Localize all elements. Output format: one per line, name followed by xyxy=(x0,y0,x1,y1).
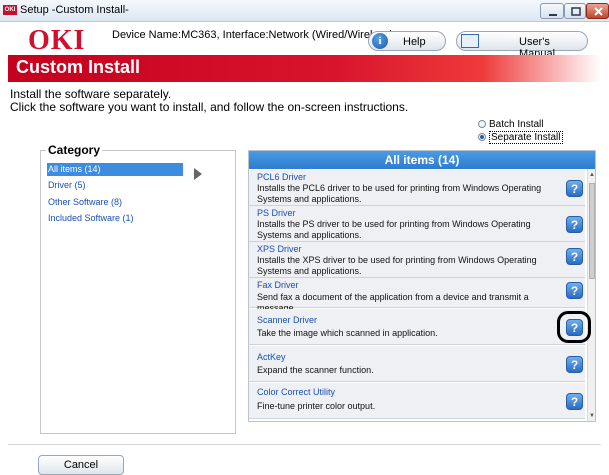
scrollbar-thumb[interactable] xyxy=(589,183,595,279)
software-item-actkey[interactable]: ActKey Expand the scanner function. ? xyxy=(249,346,585,382)
software-description: Expand the scanner function. xyxy=(257,365,374,375)
footer-divider xyxy=(8,444,601,445)
minimize-button[interactable] xyxy=(540,3,564,19)
user-manual-button[interactable]: User's Manual xyxy=(456,31,588,60)
help-label: Help xyxy=(403,36,426,48)
instruction-line-1: Install the software separately. xyxy=(10,87,172,101)
title-bar: OKI Setup -Custom Install- xyxy=(0,0,609,22)
radio-icon xyxy=(478,120,486,128)
category-item-all[interactable]: All items (14) xyxy=(47,163,183,176)
cancel-button[interactable]: Cancel xyxy=(38,455,124,475)
software-list-panel: All items (14) PCL6 Driver Installs the … xyxy=(248,150,596,422)
minimize-icon xyxy=(549,14,557,16)
app-icon: OKI xyxy=(3,5,17,15)
software-name: PS Driver xyxy=(257,208,296,218)
software-name: PCL6 Driver xyxy=(257,172,307,182)
software-item-xps-driver[interactable]: XPS Driver Installs the XPS driver to be… xyxy=(249,242,585,278)
software-name: XPS Driver xyxy=(257,244,302,254)
software-description: Installs the PS driver to be used for pr… xyxy=(257,219,531,240)
scroll-up-icon[interactable]: ▲ xyxy=(589,172,595,178)
batch-install-radio[interactable]: Batch Install xyxy=(478,119,543,130)
separate-install-radio[interactable]: Separate Install xyxy=(478,131,563,144)
software-name: Color Correct Utility xyxy=(257,387,336,397)
help-button[interactable]: i Help xyxy=(368,31,446,51)
maximize-button[interactable] xyxy=(564,3,586,19)
highlight-circle xyxy=(557,311,591,343)
software-list-header: All items (14) xyxy=(249,151,595,169)
help-icon[interactable]: ? xyxy=(566,393,583,410)
oki-logo: OKI xyxy=(28,25,86,56)
software-name: ActKey xyxy=(257,352,286,362)
page-banner: Custom Install xyxy=(8,55,601,82)
software-description: Installs the PCL6 driver to be used for … xyxy=(257,183,542,204)
info-icon: i xyxy=(372,33,388,49)
software-description: Installs the XPS driver to be used for p… xyxy=(257,255,537,276)
manual-icon xyxy=(461,34,479,48)
help-icon[interactable]: ? xyxy=(566,248,583,265)
batch-install-label: Batch Install xyxy=(489,119,544,130)
window-title: Setup -Custom Install- xyxy=(20,4,129,16)
close-button[interactable] xyxy=(586,3,609,19)
category-title: Category xyxy=(46,143,103,157)
category-item-included-software[interactable]: Included Software (1) xyxy=(47,212,183,225)
scroll-down-icon[interactable]: ▼ xyxy=(589,413,595,419)
separate-install-label: Separate Install xyxy=(489,131,563,144)
category-group xyxy=(40,150,236,434)
help-icon[interactable]: ? xyxy=(566,180,583,197)
software-item-pcl6-driver[interactable]: PCL6 Driver Installs the PCL6 driver to … xyxy=(249,170,585,206)
software-name: Fax Driver xyxy=(257,280,299,290)
software-description: Fine-tune printer color output. xyxy=(257,401,376,411)
maximize-icon xyxy=(571,7,581,16)
software-item-fax-driver[interactable]: Fax Driver Send fax a document of the ap… xyxy=(249,278,585,313)
category-item-driver[interactable]: Driver (5) xyxy=(47,179,183,192)
device-name: Device Name:MC363, Interface:Network (Wi… xyxy=(112,29,394,41)
help-icon[interactable]: ? xyxy=(566,216,583,233)
vertical-scrollbar[interactable]: ▲ ▼ xyxy=(587,169,595,421)
software-description: Take the image which scanned in applicat… xyxy=(257,328,438,338)
software-item-ps-driver[interactable]: PS Driver Installs the PS driver to be u… xyxy=(249,206,585,242)
help-icon[interactable]: ? xyxy=(566,356,583,373)
software-item-color-correct-utility[interactable]: Color Correct Utility Fine-tune printer … xyxy=(249,383,585,419)
software-name: Scanner Driver xyxy=(257,315,318,325)
category-item-other-software[interactable]: Other Software (8) xyxy=(47,196,183,209)
help-icon[interactable]: ? xyxy=(566,282,583,299)
software-item-scanner-driver[interactable]: Scanner Driver Take the image which scan… xyxy=(249,309,585,345)
instruction-line-2: Click the software you want to install, … xyxy=(10,100,409,114)
page-title: Custom Install xyxy=(16,57,141,77)
close-icon xyxy=(594,7,603,16)
radio-selected-icon xyxy=(478,133,486,141)
chevron-right-icon xyxy=(194,168,202,180)
